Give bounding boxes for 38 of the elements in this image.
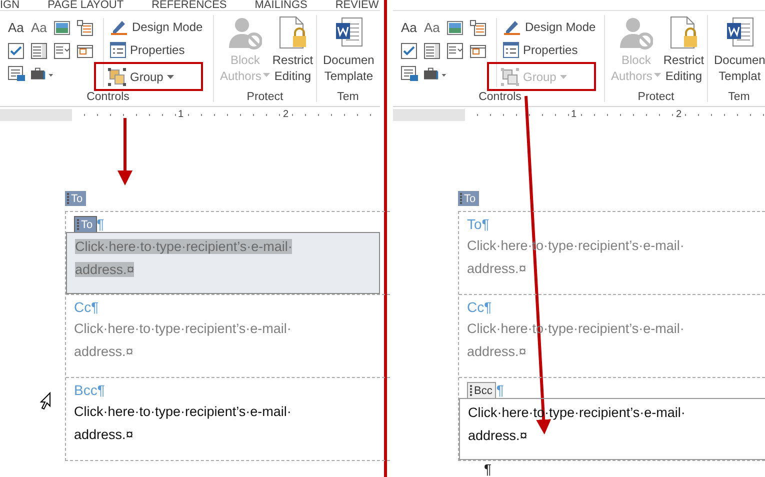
- text-control-icon[interactable]: Aa: [8, 20, 24, 34]
- restrict-editing-button[interactable]: Restrict Editing: [271, 16, 314, 91]
- field-label: Cc: [467, 299, 484, 315]
- group-label: Protect: [636, 91, 676, 105]
- design-mode-button[interactable]: Design Mode: [110, 16, 203, 37]
- ribbon-tab[interactable]: REFERENCES: [152, 0, 227, 10]
- paragraph-mark: ¶: [484, 299, 492, 315]
- properties-button[interactable]: Properties: [503, 39, 596, 60]
- field-label: To: [467, 216, 482, 232]
- document-template-button[interactable]: Documen Templat: [712, 16, 765, 91]
- field-label: Cc: [74, 299, 92, 315]
- restrict-editing-button[interactable]: Restrict Editing: [662, 16, 706, 91]
- group-label: Protect: [246, 91, 284, 105]
- properties-button[interactable]: Properties: [110, 39, 203, 60]
- text-control-icon[interactable]: Aa: [424, 20, 440, 34]
- group-label: Controls: [478, 91, 522, 105]
- design-mode-button[interactable]: Design Mode: [503, 16, 596, 37]
- field-label: Bcc: [74, 382, 98, 398]
- paragraph-mark: ¶: [96, 216, 104, 232]
- paragraph-mark: ¶: [483, 461, 493, 477]
- text-field[interactable]: Click·here·to·type·recipient’s·e-mail·address.¤: [66, 315, 357, 365]
- group-label: Tem: [336, 91, 360, 105]
- text-field[interactable]: Click·here·to·type·recipient’s·e-mail·address.¤: [66, 398, 357, 448]
- group-button[interactable]: Group: [108, 66, 195, 87]
- content-control-tag[interactable]: Bcc: [467, 382, 496, 398]
- paragraph-mark: ¶: [91, 299, 99, 315]
- ribbon-tab[interactable]: PAGE LAYOUT: [48, 0, 124, 10]
- ribbon-tab[interactable]: REVIEW: [335, 0, 379, 10]
- ribbon-tab[interactable]: IGN: [0, 0, 20, 10]
- paragraph-mark: ¶: [496, 382, 504, 398]
- paragraph-mark: ¶: [97, 382, 105, 398]
- text-control-icon[interactable]: Aa: [401, 20, 417, 34]
- group-label: Tem: [727, 91, 751, 105]
- text-control-icon[interactable]: Aa: [31, 20, 47, 34]
- paragraph-mark: ¶: [482, 216, 490, 232]
- document-template-button[interactable]: Documen Template: [322, 16, 376, 91]
- ribbon-tab[interactable]: MAILINGS: [254, 0, 308, 10]
- group-label: Controls: [86, 91, 130, 105]
